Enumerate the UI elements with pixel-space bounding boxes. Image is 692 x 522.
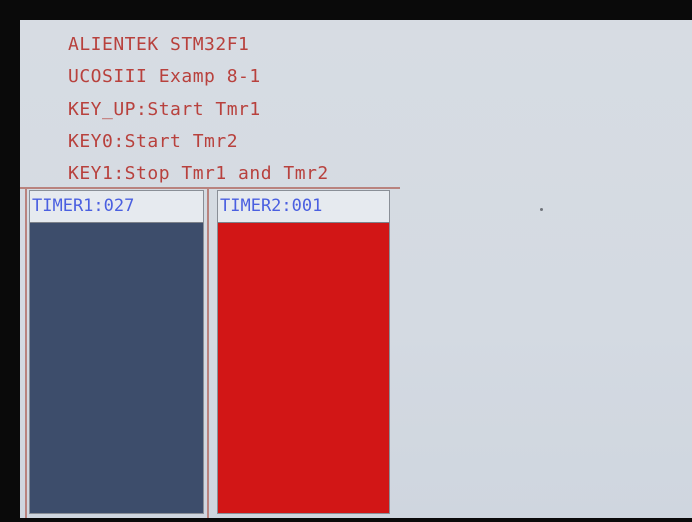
header-line-key1: KEY1:Stop Tmr1 and Tmr2 xyxy=(68,163,329,184)
timer2-label-box: TIMER2:001 xyxy=(218,191,389,223)
horizontal-divider xyxy=(20,187,400,189)
header-line-key0: KEY0:Start Tmr2 xyxy=(68,131,239,152)
timer2-panel: TIMER2:001 xyxy=(217,190,390,514)
timer1-label: TIMER1:027 xyxy=(32,196,135,216)
left-divider xyxy=(25,187,27,518)
header-line-board: ALIENTEK STM32F1 xyxy=(68,34,250,55)
timer1-label-box: TIMER1:027 xyxy=(30,191,203,223)
lcd-screen: ALIENTEK STM32F1 UCOSIII Examp 8-1 KEY_U… xyxy=(20,20,692,518)
timer1-fill-bar xyxy=(30,223,203,513)
lcd-photo: ALIENTEK STM32F1 UCOSIII Examp 8-1 KEY_U… xyxy=(0,0,692,522)
dust-speck xyxy=(540,208,543,211)
header-line-example: UCOSIII Examp 8-1 xyxy=(68,66,261,87)
timer1-panel: TIMER1:027 xyxy=(29,190,204,514)
header-line-key-up: KEY_UP:Start Tmr1 xyxy=(68,99,261,120)
center-divider xyxy=(207,187,209,518)
timer2-fill-bar xyxy=(218,223,389,513)
timer2-label: TIMER2:001 xyxy=(220,196,323,216)
